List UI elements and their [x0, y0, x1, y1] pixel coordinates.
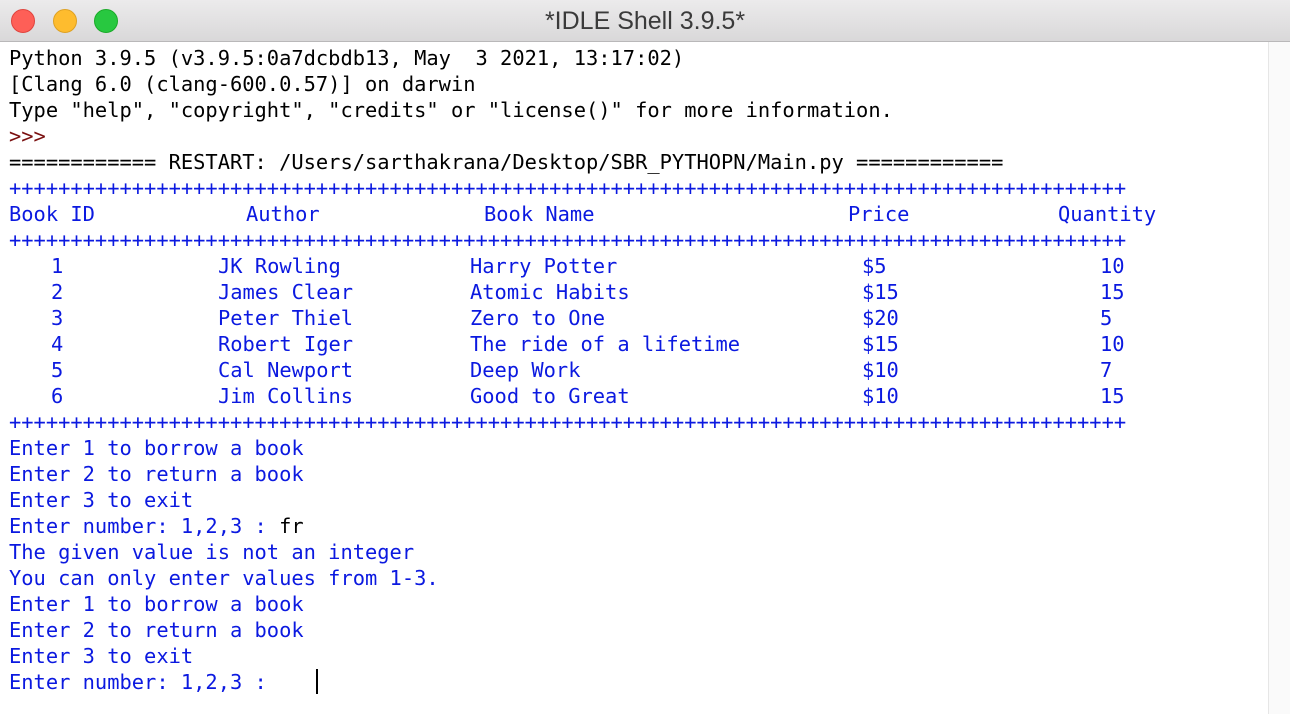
table-cell-book-name: Atomic Habits	[470, 280, 630, 304]
table-cell-book-name: Deep Work	[470, 358, 581, 382]
menu-option-exit: Enter 3 to exit	[9, 644, 194, 668]
table-cell-id: 3	[51, 306, 64, 330]
table-cell-id: 5	[51, 358, 64, 382]
table-cell-book-name: Zero to One	[470, 306, 606, 330]
table-cell-price: $20	[862, 306, 899, 330]
title-bar[interactable]: *IDLE Shell 3.9.5*	[0, 0, 1290, 42]
help-hint-line: Type "help", "copyright", "credits" or "…	[9, 98, 893, 122]
table-cell-id: 2	[51, 280, 64, 304]
vertical-scrollbar[interactable]	[1268, 42, 1290, 714]
input-line-first: Enter number: 1,2,3 : fr	[9, 513, 304, 539]
table-cell-author: Jim Collins	[218, 384, 354, 408]
header-book-name: Book Name	[484, 202, 595, 226]
table-cell-book-name: The ride of a lifetime	[470, 332, 741, 356]
table-cell-quantity: 15	[1100, 384, 1125, 408]
text-cursor	[316, 669, 318, 694]
menu-option-borrow: Enter 1 to borrow a book	[9, 592, 304, 616]
user-input-text: fr	[279, 514, 304, 538]
input-line-current[interactable]: Enter number: 1,2,3 :	[9, 669, 279, 695]
window-title: *IDLE Shell 3.9.5*	[544, 7, 746, 35]
menu-option-exit: Enter 3 to exit	[9, 488, 194, 512]
idle-shell-window: *IDLE Shell 3.9.5* Python 3.9.5 (v3.9.5:…	[0, 0, 1290, 714]
table-cell-price: $15	[862, 280, 899, 304]
shell-prompt: >>>	[9, 124, 46, 148]
table-cell-quantity: 10	[1100, 332, 1125, 356]
table-cell-id: 4	[51, 332, 64, 356]
header-book-id: Book ID	[9, 202, 95, 226]
table-cell-id: 6	[51, 384, 64, 408]
header-price: Price	[848, 202, 910, 226]
table-cell-book-name: Harry Potter	[470, 254, 618, 278]
table-cell-author: Cal Newport	[218, 358, 354, 382]
table-cell-id: 1	[51, 254, 64, 278]
compiler-line: [Clang 6.0 (clang-600.0.57)] on darwin	[9, 72, 476, 96]
table-cell-book-name: Good to Great	[470, 384, 630, 408]
header-author: Author	[246, 202, 320, 226]
table-cell-author: Peter Thiel	[218, 306, 354, 330]
table-cell-author: Robert Iger	[218, 332, 354, 356]
table-cell-price: $15	[862, 332, 899, 356]
restart-line: ============ RESTART: /Users/sarthakrana…	[9, 150, 1004, 174]
table-cell-quantity: 5	[1100, 306, 1113, 330]
input-prompt-text: Enter number: 1,2,3 :	[9, 514, 280, 538]
table-separator-header: ++++++++++++++++++++++++++++++++++++++++…	[9, 228, 1127, 252]
table-separator-top: ++++++++++++++++++++++++++++++++++++++++…	[9, 176, 1127, 200]
menu-option-return: Enter 2 to return a book	[9, 618, 304, 642]
table-cell-price: $10	[862, 358, 899, 382]
input-prompt-text: Enter number: 1,2,3 :	[9, 670, 280, 694]
menu-option-return: Enter 2 to return a book	[9, 462, 304, 486]
table-cell-quantity: 7	[1100, 358, 1113, 382]
table-cell-author: James Clear	[218, 280, 354, 304]
error-not-integer: The given value is not an integer	[9, 540, 415, 564]
table-separator-bottom: ++++++++++++++++++++++++++++++++++++++++…	[9, 410, 1127, 434]
python-version-line: Python 3.9.5 (v3.9.5:0a7dcbdb13, May 3 2…	[9, 46, 685, 70]
table-cell-quantity: 10	[1100, 254, 1125, 278]
table-cell-author: JK Rowling	[218, 254, 341, 278]
table-cell-price: $5	[862, 254, 887, 278]
menu-option-borrow: Enter 1 to borrow a book	[9, 436, 304, 460]
table-cell-quantity: 15	[1100, 280, 1125, 304]
table-cell-price: $10	[862, 384, 899, 408]
error-range: You can only enter values from 1-3.	[9, 566, 439, 590]
header-quantity: Quantity	[1058, 202, 1157, 226]
